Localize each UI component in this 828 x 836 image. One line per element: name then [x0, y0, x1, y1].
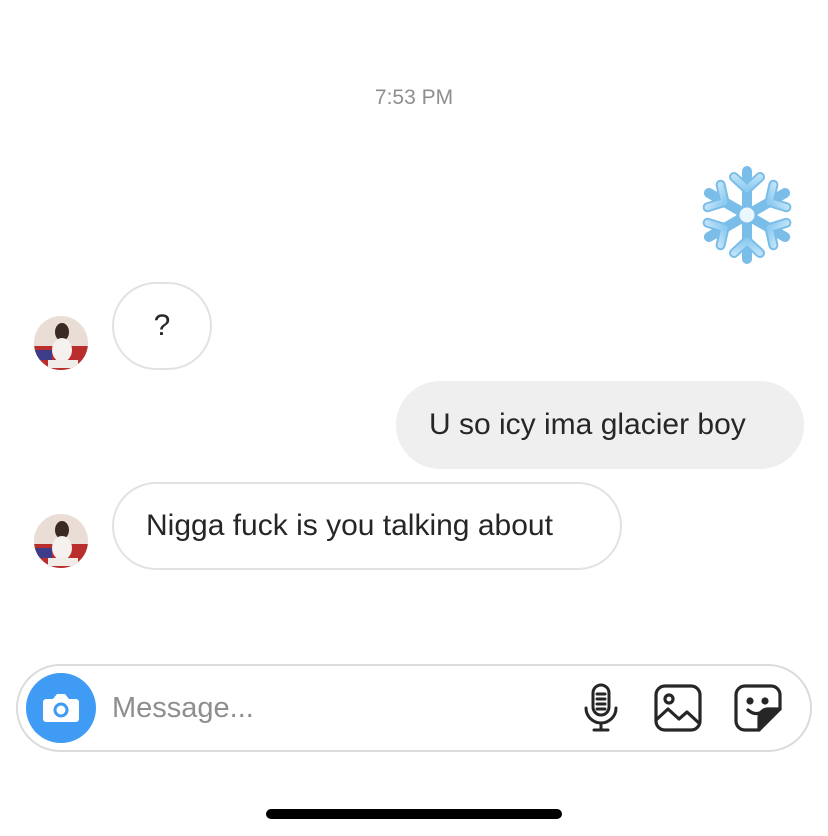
outgoing-message: U so icy ima glacier boy	[396, 381, 804, 469]
avatar[interactable]	[34, 514, 88, 568]
sticker-icon[interactable]	[732, 682, 784, 734]
message-composer	[16, 664, 812, 752]
message-input[interactable]	[112, 686, 552, 730]
message-timestamp: 7:53 PM	[374, 86, 454, 109]
camera-icon	[43, 694, 79, 722]
snowflake-icon[interactable]	[694, 162, 800, 268]
gallery-icon[interactable]	[652, 682, 704, 734]
camera-button[interactable]	[26, 673, 96, 743]
avatar[interactable]	[34, 316, 88, 370]
home-indicator	[266, 809, 562, 819]
incoming-message: ?	[112, 282, 212, 370]
incoming-message: Nigga fuck is you talking about	[112, 482, 622, 570]
microphone-icon[interactable]	[576, 682, 628, 734]
